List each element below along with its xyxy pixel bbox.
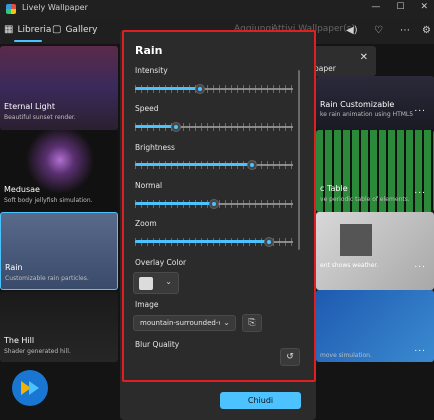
card-subtitle: ve periodic table of elements.	[320, 196, 410, 203]
tab-library-label: Libreria	[17, 24, 52, 35]
card-more-button[interactable]: ...	[414, 260, 426, 270]
dialog-scrollbar[interactable]	[298, 70, 300, 250]
notification-text: paper	[314, 64, 336, 73]
image-file-icon: ⎘	[248, 318, 256, 328]
card-subtitle: Customizable rain particles.	[5, 275, 89, 282]
card-title: Rain Customizable	[320, 100, 395, 109]
card-title: The Hill	[4, 336, 35, 345]
normal-slider[interactable]	[135, 199, 293, 209]
card-subtitle: move simulation.	[320, 352, 372, 359]
zoom-slider[interactable]	[135, 237, 293, 247]
dialog-title: Rain	[135, 44, 163, 57]
title-bar: Lively Wallpaper — ☐ ✕	[0, 0, 434, 18]
wallpaper-card[interactable]: move simulation. ...	[316, 290, 434, 362]
speed-label: Speed	[135, 104, 159, 113]
close-window-button[interactable]: ✕	[420, 2, 428, 12]
volume-icon[interactable]: ◀)	[346, 25, 358, 36]
reset-button[interactable]: ↺	[280, 348, 300, 366]
wallpaper-card[interactable]: The Hill Shader generated hill.	[0, 292, 118, 362]
speed-slider[interactable]	[135, 122, 293, 132]
chevron-down-icon: ⌄	[223, 318, 230, 327]
gallery-icon: ▢	[52, 24, 62, 35]
tab-gallery-label: Gallery	[65, 24, 98, 35]
lively-logo-icon	[12, 370, 48, 406]
wallpaper-card[interactable]: c Table ve periodic table of elements. .…	[316, 130, 434, 212]
slider-thumb[interactable]	[194, 84, 205, 94]
wallpaper-card[interactable]: Rain Customizable ke rain animation usin…	[316, 76, 434, 130]
wallpaper-card[interactable]: Medusae Soft body jellyfish simulation.	[0, 130, 118, 212]
slider-thumb[interactable]	[246, 160, 257, 170]
card-subtitle: ke rain animation using HTML5	[320, 111, 414, 118]
tab-gallery[interactable]: ▢ Gallery	[52, 24, 98, 35]
close-notification-icon[interactable]: ✕	[360, 52, 368, 63]
card-title: Rain	[5, 263, 23, 272]
close-dialog-button[interactable]: Chiudi	[220, 392, 301, 409]
image-select-value: mountain-surrounded-w	[140, 319, 220, 327]
heart-icon[interactable]: ♡	[374, 25, 383, 36]
intensity-label: Intensity	[135, 66, 168, 75]
card-more-button[interactable]: ...	[414, 104, 426, 114]
blur-quality-label: Blur Quality	[135, 340, 180, 349]
color-swatch	[139, 277, 153, 290]
minimize-button[interactable]: —	[371, 2, 380, 12]
card-subtitle: Beautiful sunset render.	[4, 114, 76, 121]
image-label: Image	[135, 300, 159, 309]
card-more-button[interactable]: ...	[414, 186, 426, 196]
window-title: Lively Wallpaper	[22, 3, 88, 12]
overlay-color-label: Overlay Color	[135, 258, 187, 267]
brightness-slider[interactable]	[135, 160, 293, 170]
card-title: c Table	[320, 184, 348, 193]
normal-label: Normal	[135, 181, 163, 190]
wallpaper-card[interactable]: ent shows weather. ...	[316, 212, 434, 290]
card-title: Eternal Light	[4, 102, 55, 111]
zoom-label: Zoom	[135, 219, 157, 228]
settings-gear-icon[interactable]: ⚙	[422, 25, 431, 36]
tab-library[interactable]: ▦ Libreria	[4, 24, 52, 42]
slider-thumb[interactable]	[209, 199, 219, 209]
reset-icon: ↺	[286, 352, 294, 362]
card-thumbnail	[340, 224, 372, 256]
card-subtitle: Soft body jellyfish simulation.	[4, 197, 93, 204]
maximize-button[interactable]: ☐	[396, 2, 404, 12]
more-icon[interactable]: ⋯	[400, 25, 410, 36]
image-select[interactable]: mountain-surrounded-w ⌄	[133, 315, 236, 331]
browse-image-button[interactable]: ⎘	[242, 314, 262, 332]
card-more-button[interactable]: ...	[414, 344, 426, 354]
card-subtitle: Shader generated hill.	[4, 348, 71, 355]
chevron-down-icon: ⌄	[165, 277, 172, 286]
card-title: Medusae	[4, 185, 40, 194]
card-subtitle: ent shows weather.	[320, 262, 379, 269]
intensity-slider[interactable]	[135, 84, 293, 94]
library-icon: ▦	[4, 24, 14, 35]
overlay-color-picker[interactable]: ⌄	[133, 272, 179, 294]
app-logo-icon	[6, 4, 16, 14]
brightness-label: Brightness	[135, 143, 175, 152]
wallpaper-card[interactable]: Eternal Light Beautiful sunset render.	[0, 46, 118, 130]
wallpaper-card-selected[interactable]: Rain Customizable rain particles.	[0, 212, 118, 290]
